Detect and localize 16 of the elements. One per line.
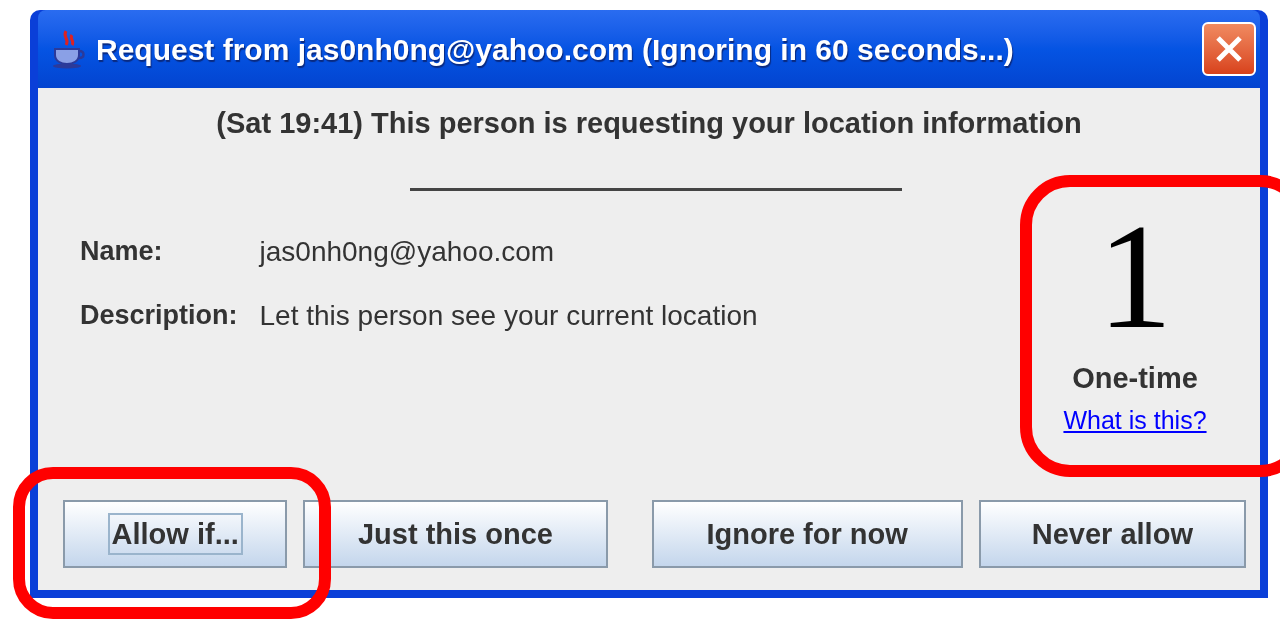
field-value: Let this person see your current location [259, 298, 759, 333]
dialog-button[interactable]: Never allow [978, 500, 1246, 568]
window-title: Request from jas0nh0ng@yahoo.com (Ignoring in 60 seconds...) [96, 31, 1015, 68]
request-heading: (Sat 19:41) This person is requesting your location information [215, 106, 1083, 141]
level-caption: One-time [1072, 360, 1198, 396]
field-label: Name: [80, 234, 164, 268]
level-number: 1 [1097, 210, 1173, 341]
dialog-button[interactable]: Ignore for now [651, 500, 963, 568]
what-is-this-link[interactable]: What is this? [1063, 402, 1207, 440]
coffee-cup-icon [50, 29, 86, 69]
dialog-button[interactable]: Just this once [303, 500, 608, 568]
dialog-button[interactable]: Allow if... [63, 500, 288, 568]
field-value: jas0nh0ng@yahoo.com [259, 234, 556, 269]
close-button[interactable] [1202, 22, 1256, 76]
field-label: Description: [80, 298, 238, 332]
close-icon [1214, 34, 1244, 64]
